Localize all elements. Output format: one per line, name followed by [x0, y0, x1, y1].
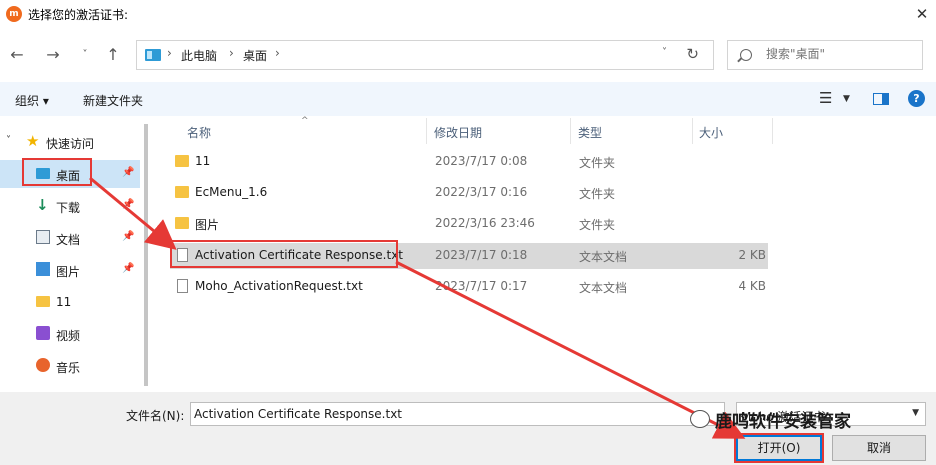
pin-icon: 📌 — [122, 231, 135, 242]
file-date: 2022/3/17 0:16 — [435, 185, 528, 199]
picture-icon — [36, 262, 50, 276]
chevron-right-icon[interactable]: › — [167, 46, 172, 60]
file-name: 图片 — [195, 218, 220, 232]
app-icon: m — [6, 6, 22, 22]
chevron-down-icon: ▼ — [912, 408, 919, 418]
sort-ascending-icon: ^ — [301, 116, 309, 126]
sidebar-item-label: 视频 — [56, 329, 81, 343]
sidebar-item-quick-access[interactable]: ˅ ★ 快速访问 — [0, 128, 140, 156]
close-icon[interactable]: ✕ — [912, 4, 932, 24]
watermark-text: 鹿鸣软件安装管家 — [715, 412, 851, 432]
view-dropdown-icon[interactable]: ▼ — [843, 94, 850, 104]
search-input[interactable] — [766, 47, 916, 61]
annotation-box-selected-file — [170, 240, 398, 268]
sidebar-item-label: 下载 — [56, 201, 81, 215]
sidebar-item-label: 图片 — [56, 265, 81, 279]
download-icon: ↓ — [36, 196, 49, 214]
file-type: 文本文档 — [579, 250, 628, 264]
command-toolbar: 组织 ▾ 新建文件夹 ☰ ▼ ? — [0, 82, 936, 116]
column-divider[interactable] — [570, 118, 571, 144]
column-divider[interactable] — [692, 118, 693, 144]
sidebar-item-label: 11 — [56, 295, 72, 309]
pin-icon: 📌 — [122, 199, 135, 210]
file-row[interactable]: EcMenu_1.6 2022/3/17 0:16 文件夹 — [170, 180, 768, 206]
chevron-right-icon[interactable]: › — [275, 46, 280, 60]
sidebar-item-videos[interactable]: 视频 — [0, 320, 140, 348]
file-size: 4 KB — [738, 279, 766, 293]
document-icon — [36, 230, 50, 244]
column-header-type[interactable]: 类型 — [578, 124, 602, 141]
file-type: 文件夹 — [579, 187, 616, 201]
sidebar-scrollbar[interactable] — [144, 124, 148, 386]
text-file-icon — [177, 279, 188, 293]
file-date: 2023/7/17 0:18 — [435, 248, 528, 262]
file-row[interactable]: 图片 2022/3/16 23:46 文件夹 — [170, 211, 768, 237]
folder-icon — [36, 296, 50, 307]
chevron-right-icon[interactable]: › — [229, 46, 234, 60]
column-divider[interactable] — [772, 118, 773, 144]
file-name: Moho_ActivationRequest.txt — [195, 279, 363, 293]
sidebar-item-documents[interactable]: 文档 📌 — [0, 224, 140, 252]
breadcrumb-this-pc[interactable]: 此电脑 — [181, 47, 217, 64]
sidebar-item-downloads[interactable]: ↓ 下载 📌 — [0, 192, 140, 220]
help-icon[interactable]: ? — [908, 90, 925, 107]
folder-icon — [175, 217, 189, 229]
sidebar-item-music[interactable]: 音乐 — [0, 352, 140, 380]
star-icon: ★ — [26, 132, 40, 150]
music-icon — [36, 358, 50, 372]
file-row[interactable]: Moho_ActivationRequest.txt 2023/7/17 0:1… — [170, 274, 768, 300]
folder-icon — [175, 155, 189, 167]
new-folder-button[interactable]: 新建文件夹 — [83, 92, 143, 109]
breadcrumb-desktop[interactable]: 桌面 — [243, 47, 267, 64]
file-name: EcMenu_1.6 — [195, 185, 268, 199]
window-title: 选择您的激活证书: — [28, 8, 129, 22]
file-type: 文本文档 — [579, 281, 628, 295]
sidebar-item-folder-11[interactable]: 11 — [0, 288, 140, 316]
back-arrow-icon[interactable]: ← — [6, 42, 28, 68]
file-date: 2023/7/17 0:17 — [435, 279, 528, 293]
file-size: 2 KB — [738, 248, 766, 262]
chevron-down-icon[interactable]: ˅ — [6, 135, 11, 146]
file-date: 2022/3/16 23:46 — [435, 216, 535, 230]
folder-icon — [175, 186, 189, 198]
pin-icon: 📌 — [122, 263, 135, 274]
navigation-bar: ← → ˅ ↑ › 此电脑 › 桌面 › ˅ ↻ — [0, 38, 936, 74]
wechat-icon — [690, 410, 710, 428]
file-name: 11 — [195, 154, 211, 168]
filename-label: 文件名(N): — [126, 409, 185, 423]
annotation-box-desktop — [22, 158, 92, 186]
search-icon — [740, 49, 752, 61]
view-list-icon[interactable]: ☰ — [819, 89, 832, 107]
this-pc-icon — [145, 49, 161, 61]
sidebar-item-label: 快速访问 — [46, 137, 95, 151]
organize-button[interactable]: 组织 ▾ — [15, 92, 49, 109]
sidebar-item-pictures[interactable]: 图片 📌 — [0, 256, 140, 284]
preview-pane-icon[interactable] — [873, 93, 889, 105]
cancel-button[interactable]: 取消 — [832, 435, 926, 461]
column-header-name[interactable]: 名称 — [187, 124, 211, 141]
recent-locations-chevron-icon[interactable]: ˅ — [74, 42, 96, 68]
address-bar[interactable]: › 此电脑 › 桌面 › ˅ ↻ — [136, 40, 714, 70]
file-row[interactable]: 11 2023/7/17 0:08 文件夹 — [170, 149, 768, 175]
annotation-box-open-button — [734, 433, 824, 463]
search-box[interactable] — [727, 40, 923, 70]
column-divider[interactable] — [426, 118, 427, 144]
video-icon — [36, 326, 50, 340]
forward-arrow-icon[interactable]: → — [42, 42, 64, 68]
sidebar-item-label: 文档 — [56, 233, 81, 247]
up-arrow-icon[interactable]: ↑ — [102, 42, 124, 68]
filename-input[interactable] — [190, 402, 725, 426]
column-header-size[interactable]: 大小 — [699, 124, 723, 141]
sidebar-item-label: 音乐 — [56, 361, 81, 375]
address-dropdown-icon[interactable]: ˅ — [662, 47, 667, 58]
title-bar: m 选择您的激活证书: ✕ — [0, 0, 936, 28]
file-type: 文件夹 — [579, 156, 616, 170]
file-type: 文件夹 — [579, 218, 616, 232]
column-header-date[interactable]: 修改日期 — [434, 124, 482, 141]
refresh-icon[interactable]: ↻ — [686, 45, 699, 63]
file-date: 2023/7/17 0:08 — [435, 154, 528, 168]
pin-icon: 📌 — [122, 167, 135, 178]
